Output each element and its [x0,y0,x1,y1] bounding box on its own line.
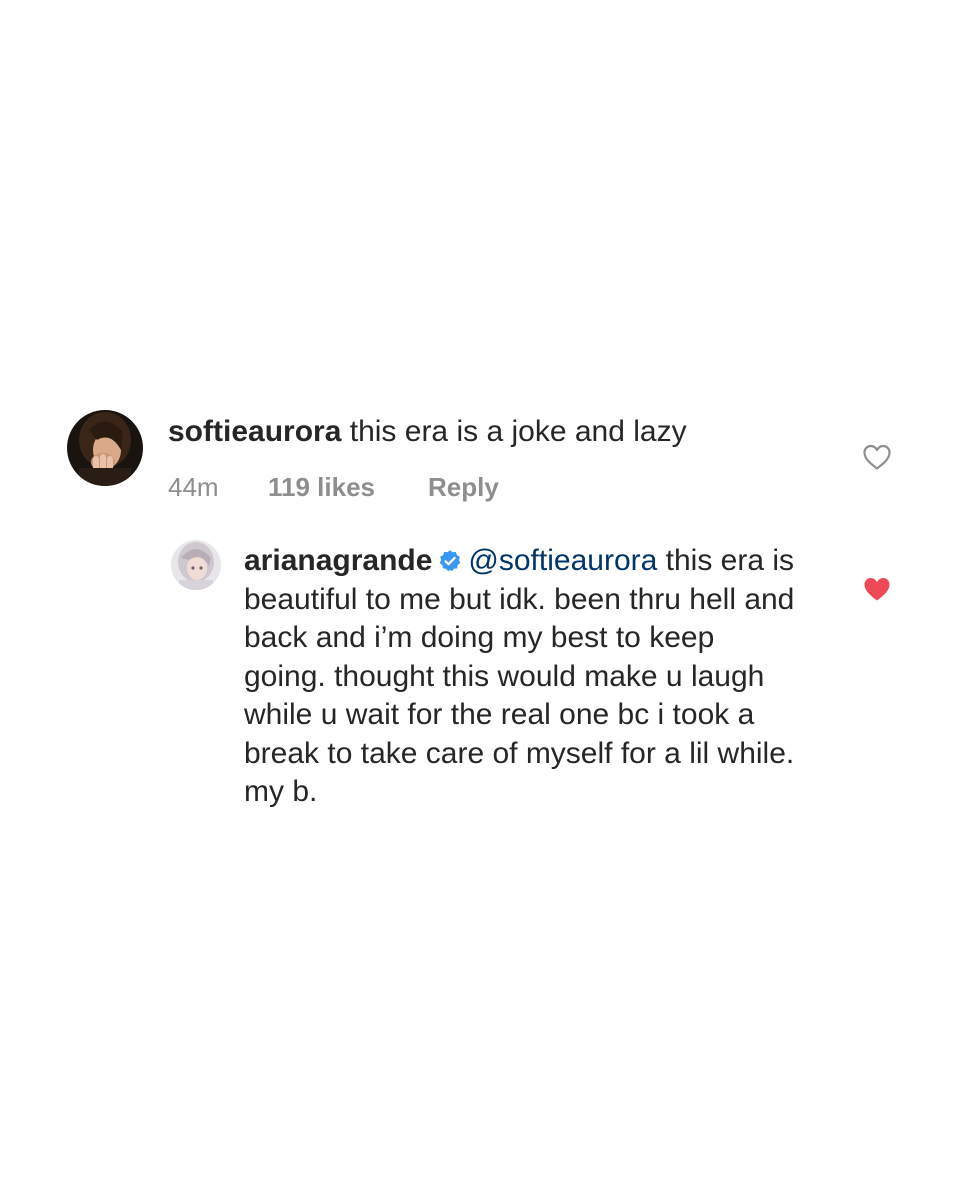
comment-text: arianagrande @softieaurora this era is b… [244,542,804,812]
reply-button[interactable]: Reply [428,470,499,504]
heart-filled-icon[interactable] [862,575,892,603]
comment-username[interactable]: softieaurora [168,415,341,448]
avatar-softieaurora[interactable] [67,410,143,486]
comment-username[interactable]: arianagrande [244,544,432,577]
comment-text: softieaurora this era is a joke and lazy [168,412,808,452]
avatar-arianagrande[interactable] [171,540,221,590]
comment-body: this era is beautiful to me but idk. bee… [244,544,795,808]
comment-timestamp: 44m [168,472,219,502]
comment-meta: 44m 119 likes Reply [168,470,499,504]
comment-body: this era is a joke and lazy [349,415,687,448]
mention-link[interactable]: @softieaurora [468,544,657,577]
profile-photo-icon [67,410,143,486]
verified-badge-icon [438,549,462,573]
likes-count[interactable]: 119 likes [268,470,428,504]
heart-outline-icon[interactable] [862,443,892,471]
profile-photo-icon [171,540,221,590]
